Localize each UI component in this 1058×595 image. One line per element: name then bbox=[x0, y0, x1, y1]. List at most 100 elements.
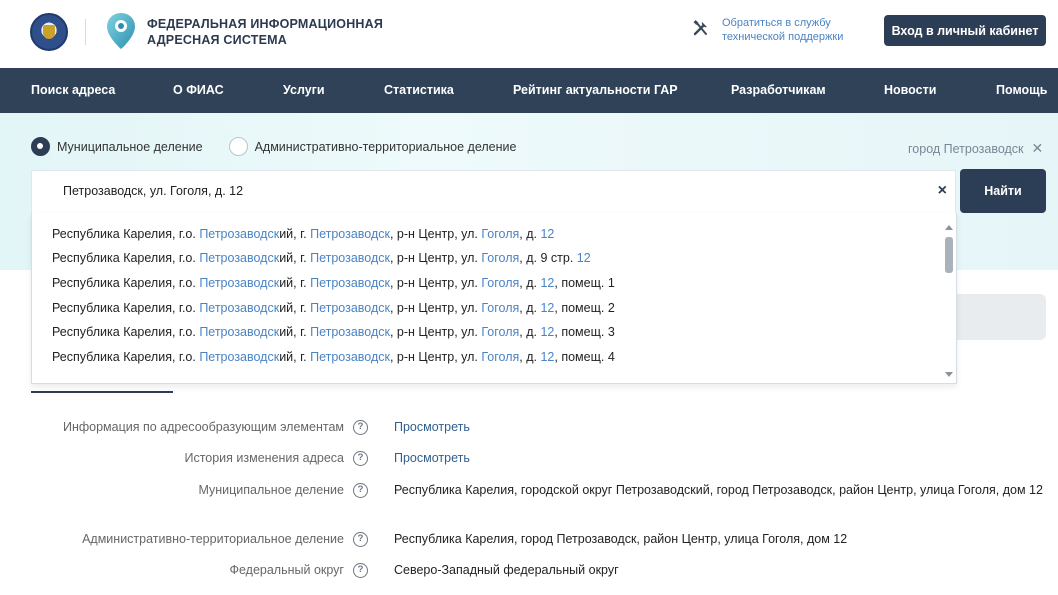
suggestion-item[interactable]: Республика Карелия, г.о. Петрозаводский,… bbox=[52, 276, 615, 290]
suggestion-match: 12 bbox=[540, 325, 555, 339]
suggestions-dropdown: Республика Карелия, г.о. Петрозаводский,… bbox=[31, 213, 957, 384]
suggestion-text: ий, г. bbox=[279, 350, 311, 364]
suggestion-text: , р-н Центр, ул. bbox=[389, 325, 482, 339]
suggestion-text: , р-н Центр, ул. bbox=[389, 227, 482, 241]
help-icon[interactable]: ? bbox=[353, 420, 368, 435]
suggestion-item[interactable]: Республика Карелия, г.о. Петрозаводский,… bbox=[52, 325, 615, 339]
search-input[interactable]: Петрозаводск, ул. Гоголя, д. 12 × bbox=[31, 170, 956, 213]
suggestion-match: 12 bbox=[540, 350, 555, 364]
main-nav: Поиск адреса О ФИАС Услуги Статистика Ре… bbox=[0, 68, 1058, 113]
nav-item-help[interactable]: Помощь bbox=[996, 68, 1047, 113]
suggestion-match: Петрозаводск bbox=[310, 227, 390, 241]
support-text[interactable]: Обратиться в службу технической поддержк… bbox=[722, 16, 862, 44]
suggestion-text: ий, г. bbox=[279, 227, 311, 241]
scroll-thumb[interactable] bbox=[945, 237, 953, 273]
suggestion-match: Гоголя bbox=[481, 350, 520, 364]
radio-admin-label[interactable]: Административно-территориальное деление bbox=[255, 140, 517, 154]
suggestion-text: Республика Карелия, г.о. bbox=[52, 251, 200, 265]
support-link[interactable]: Обратиться в службу технической поддержк… bbox=[692, 16, 862, 44]
suggestion-text: ий, г. bbox=[279, 301, 311, 315]
suggestion-text: , д. bbox=[519, 350, 541, 364]
suggestion-match: Петрозаводск bbox=[199, 276, 280, 290]
clear-icon[interactable]: × bbox=[938, 182, 947, 200]
suggestion-match: Петрозаводск bbox=[199, 251, 280, 265]
suggestion-text: ий, г. bbox=[279, 325, 311, 339]
suggestion-text: Республика Карелия, г.о. bbox=[52, 276, 200, 290]
suggestion-match: Гоголя bbox=[481, 301, 520, 315]
admin-division-value: Республика Карелия, город Петрозаводск, … bbox=[394, 532, 848, 546]
suggestion-text: , помещ. 3 bbox=[554, 325, 615, 339]
suggestion-match: Петрозаводск bbox=[199, 350, 280, 364]
suggestion-item[interactable]: Республика Карелия, г.о. Петрозаводский,… bbox=[52, 350, 615, 364]
suggestion-text: , д. bbox=[519, 325, 541, 339]
suggestion-match: Гоголя bbox=[481, 251, 520, 265]
federal-district-label: Федеральный округ bbox=[229, 563, 344, 577]
emblem-icon[interactable] bbox=[30, 13, 68, 51]
help-icon[interactable]: ? bbox=[353, 532, 368, 547]
info-elements-link[interactable]: Просмотреть bbox=[394, 420, 470, 434]
suggestion-text: , д. 9 стр. bbox=[519, 251, 577, 265]
suggestion-match: Петрозаводск bbox=[199, 301, 280, 315]
nav-item-services[interactable]: Услуги bbox=[283, 68, 325, 113]
nav-item-search[interactable]: Поиск адреса bbox=[31, 68, 115, 113]
scroll-down-arrow-icon[interactable] bbox=[945, 372, 953, 377]
nav-item-statistics[interactable]: Статистика bbox=[384, 68, 454, 113]
site-header: ФЕДЕРАЛЬНАЯ ИНФОРМАЦИОННАЯ АДРЕСНАЯ СИСТ… bbox=[0, 0, 1058, 68]
suggestion-text: , р-н Центр, ул. bbox=[389, 301, 482, 315]
dropdown-scrollbar[interactable] bbox=[942, 221, 956, 379]
login-button[interactable]: Вход в личный кабинет bbox=[884, 15, 1046, 46]
suggestion-text: ий, г. bbox=[279, 251, 311, 265]
suggestion-text: Республика Карелия, г.о. bbox=[52, 350, 200, 364]
help-icon[interactable]: ? bbox=[353, 451, 368, 466]
suggestion-text: , р-н Центр, ул. bbox=[389, 251, 482, 265]
suggestion-item[interactable]: Республика Карелия, г.о. Петрозаводский,… bbox=[52, 227, 554, 241]
suggestion-match: 12 bbox=[540, 301, 555, 315]
suggestion-match: Петрозаводск bbox=[199, 227, 280, 241]
suggestion-text: Республика Карелия, г.о. bbox=[52, 301, 200, 315]
search-button[interactable]: Найти bbox=[960, 169, 1046, 213]
nav-item-news[interactable]: Новости bbox=[884, 68, 936, 113]
result-panel-edge bbox=[950, 294, 1046, 340]
location-pin-icon[interactable] bbox=[106, 12, 136, 50]
suggestion-text: , помещ. 2 bbox=[554, 301, 615, 315]
suggestion-text: , помещ. 1 bbox=[554, 276, 615, 290]
tools-icon bbox=[693, 20, 707, 36]
suggestion-match: Петрозаводск bbox=[310, 276, 390, 290]
suggestion-text: , помещ. 4 bbox=[554, 350, 615, 364]
brand-title[interactable]: ФЕДЕРАЛЬНАЯ ИНФОРМАЦИОННАЯ АДРЕСНАЯ СИСТ… bbox=[147, 16, 383, 48]
municipal-division-label: Муниципальное деление bbox=[198, 483, 344, 497]
close-icon[interactable]: ✕ bbox=[1032, 140, 1044, 157]
suggestion-match: Петрозаводск bbox=[310, 251, 390, 265]
region-filter-label: город Петрозаводск bbox=[908, 141, 1024, 156]
active-tab-underline bbox=[31, 391, 173, 393]
help-icon[interactable]: ? bbox=[353, 563, 368, 578]
radio-municipal[interactable] bbox=[31, 137, 50, 156]
suggestion-text: , д. bbox=[519, 227, 541, 241]
radio-municipal-label[interactable]: Муниципальное деление bbox=[57, 140, 203, 154]
suggestion-match: 12 bbox=[540, 227, 555, 241]
radio-admin[interactable] bbox=[228, 137, 248, 156]
address-history-link[interactable]: Просмотреть bbox=[394, 451, 470, 465]
nav-item-about[interactable]: О ФИАС bbox=[173, 68, 224, 113]
nav-item-rating[interactable]: Рейтинг актуальности ГАР bbox=[513, 68, 678, 113]
region-filter-tag[interactable]: город Петрозаводск ✕ bbox=[908, 140, 1043, 157]
suggestion-text: ий, г. bbox=[279, 276, 311, 290]
suggestion-text: , р-н Центр, ул. bbox=[389, 350, 482, 364]
suggestion-text: , р-н Центр, ул. bbox=[389, 276, 482, 290]
suggestion-item[interactable]: Республика Карелия, г.о. Петрозаводский,… bbox=[52, 301, 615, 315]
suggestion-text: , д. bbox=[519, 276, 541, 290]
help-icon[interactable]: ? bbox=[353, 483, 368, 498]
brand-line-1: ФЕДЕРАЛЬНАЯ ИНФОРМАЦИОННАЯ bbox=[147, 17, 384, 31]
nav-item-developers[interactable]: Разработчикам bbox=[731, 68, 826, 113]
address-history-label: История изменения адреса bbox=[184, 451, 344, 465]
division-type-selector: Муниципальное деление Административно-те… bbox=[31, 137, 542, 156]
suggestion-match: Петрозаводск bbox=[310, 301, 390, 315]
suggestion-text: Республика Карелия, г.о. bbox=[52, 325, 200, 339]
suggestion-match: Петрозаводск bbox=[310, 350, 390, 364]
suggestion-item[interactable]: Республика Карелия, г.о. Петрозаводский,… bbox=[52, 251, 591, 265]
search-input-value: Петрозаводск, ул. Гоголя, д. 12 bbox=[63, 184, 244, 198]
scroll-up-arrow-icon[interactable] bbox=[945, 225, 953, 230]
suggestion-text: , д. bbox=[519, 301, 541, 315]
municipal-division-value: Республика Карелия, городской округ Петр… bbox=[394, 483, 1043, 497]
suggestion-match: Петрозаводск bbox=[310, 325, 390, 339]
